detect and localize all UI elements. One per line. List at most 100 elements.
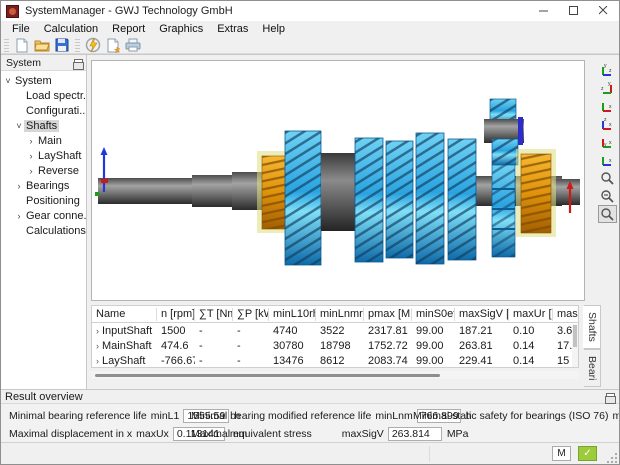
sidebar-item-system[interactable]: ˅System [1, 73, 86, 88]
sidebar-item-bearings[interactable]: ›Bearings [1, 178, 86, 193]
tree-expander-icon[interactable]: › [26, 151, 36, 161]
field-max-equivalent-stress: Maximal equivalent stress maxSigV 263.81… [191, 427, 468, 441]
shafts-results-table: Name n [rpm] ∑T [Nm] ∑P [kW] minL10rh [h… [91, 305, 579, 368]
calculate-icon[interactable] [83, 37, 103, 53]
maximize-button[interactable] [559, 1, 589, 21]
helical-gear-2[interactable] [355, 138, 383, 262]
tree-expander-icon[interactable]: ˅ [14, 121, 24, 131]
menu-graphics[interactable]: Graphics [152, 22, 210, 36]
helical-gear-1[interactable] [285, 131, 321, 265]
svg-text:x: x [609, 122, 612, 128]
scrollbar-thumb[interactable] [95, 374, 440, 377]
col-minLnmrh[interactable]: minLnmrh [h] [316, 308, 364, 321]
col-minL10rh[interactable]: minL10rh [h] [269, 308, 316, 321]
col-name[interactable]: Name [92, 308, 157, 321]
3d-viewport[interactable] [91, 60, 585, 301]
helical-gear-5[interactable] [448, 139, 476, 260]
tab-shafts[interactable]: Shafts [583, 305, 601, 349]
col-pmax[interactable]: pmax [MPa] [364, 308, 412, 321]
result-overview-header: Result overview [1, 389, 619, 404]
sidebar-item-gear-connections[interactable]: ›Gear conne... [1, 208, 86, 223]
main-area: zy zy x xz xy x Name n [rpm] ∑T [Nm] ∑P … [87, 54, 620, 389]
units-toggle-button[interactable]: M [552, 446, 571, 461]
svg-text:y: y [604, 63, 607, 69]
dock-pin-icon[interactable] [606, 393, 615, 401]
shaft-assembly-rendering [92, 61, 584, 300]
axis-view-yz-icon[interactable]: zy [598, 61, 617, 79]
result-overview-panel: Result overview Minimal bearing referenc… [1, 389, 619, 442]
col-torque[interactable]: ∑T [Nm] [195, 308, 233, 321]
tab-bearings[interactable]: Beari [584, 349, 601, 388]
col-maxSigV[interactable]: maxSigV [MPa] [455, 308, 509, 321]
open-file-icon[interactable] [32, 37, 52, 53]
sidebar-item-calculations[interactable]: Calculations [1, 223, 86, 238]
calculation-ok-icon[interactable]: ✓ [578, 446, 597, 461]
tree-expander-icon[interactable]: › [14, 181, 24, 191]
axis-view-yx-icon[interactable]: xy [598, 133, 617, 151]
app-window: SystemManager - GWJ Technology GmbH File… [0, 0, 620, 465]
field-min-static-safety: Minimal static safety for bearings (ISO … [413, 409, 620, 423]
menu-calculation[interactable]: Calculation [37, 22, 105, 36]
helical-gear-4[interactable] [416, 133, 444, 264]
table-horizontal-scrollbar[interactable] [91, 371, 579, 379]
toolbar-grip[interactable] [75, 39, 80, 52]
col-power[interactable]: ∑P [kW] [233, 308, 269, 321]
table-vertical-scrollbar[interactable] [572, 324, 578, 368]
axis-view-xz-icon[interactable]: x [598, 97, 617, 115]
axis-view-zy-icon[interactable]: zy [598, 79, 617, 97]
helical-gear-3[interactable] [386, 141, 413, 258]
gear-stack-small[interactable] [492, 165, 515, 257]
col-maxUr[interactable]: maxUr [mm] [509, 308, 553, 321]
svg-text:x: x [609, 158, 612, 164]
table-row-mainshaft[interactable]: ›MainShaft 474.6 - - 30780 18798 1752.72… [92, 338, 579, 353]
save-file-icon[interactable] [52, 37, 72, 53]
menu-report[interactable]: Report [105, 22, 152, 36]
orange-gear-left[interactable] [262, 156, 288, 229]
table-row-layshaft[interactable]: ›LayShaft -766.67 - - 13476 8612 2083.74… [92, 353, 579, 368]
row-expander-icon[interactable]: › [96, 356, 99, 366]
sidebar-item-positioning[interactable]: Positioning [1, 193, 86, 208]
table-row-inputshaft[interactable]: ›InputShaft 1500 - - 4740 3522 2317.81 9… [92, 323, 579, 338]
zoom-in-icon[interactable] [598, 169, 617, 187]
shaft-hub[interactable] [321, 153, 355, 231]
result-overview-title: Result overview [5, 391, 606, 403]
menu-extras[interactable]: Extras [210, 22, 255, 36]
table-header-row: Name n [rpm] ∑T [Nm] ∑P [kW] minL10rh [h… [92, 306, 579, 323]
system-panel-title: System [6, 57, 74, 69]
minimize-button[interactable] [529, 1, 559, 21]
close-button[interactable] [589, 1, 619, 21]
print-icon[interactable] [123, 37, 143, 53]
main-toolbar [1, 37, 619, 54]
menu-file[interactable]: File [5, 22, 37, 36]
row-expander-icon[interactable]: › [96, 326, 99, 336]
orange-gear-right[interactable] [521, 154, 551, 233]
window-title: SystemManager - GWJ Technology GmbH [25, 5, 233, 17]
sidebar-item-shafts[interactable]: ˅Shafts [1, 118, 86, 133]
row-expander-icon[interactable]: › [96, 341, 99, 351]
axis-view-zx-icon[interactable]: xz [598, 115, 617, 133]
menu-help[interactable]: Help [255, 22, 292, 36]
sidebar-item-main[interactable]: ›Main [1, 133, 86, 148]
tree-expander-icon[interactable]: ˅ [3, 76, 13, 86]
col-minS0eff[interactable]: minS0eff [412, 308, 455, 321]
col-n[interactable]: n [rpm] [157, 308, 195, 321]
viewport-toolbar: zy zy x xz xy x [596, 61, 618, 223]
tree-expander-icon[interactable]: › [14, 211, 24, 221]
toolbar-grip[interactable] [4, 39, 9, 52]
sidebar-item-layshaft[interactable]: ›LayShaft [1, 148, 86, 163]
new-file-icon[interactable] [12, 37, 32, 53]
axis-view-xy-icon[interactable]: x [598, 151, 617, 169]
max-equivalent-stress-value[interactable]: 263.814 [388, 427, 442, 441]
zoom-out-icon[interactable] [598, 187, 617, 205]
report-icon[interactable] [103, 37, 123, 53]
sidebar-item-configuration[interactable]: Configurati... [1, 103, 86, 118]
zoom-window-icon[interactable] [598, 205, 617, 223]
tree-expander-icon[interactable]: › [26, 166, 36, 176]
sidebar-item-load-spectrum[interactable]: Load spectr... [1, 88, 86, 103]
tree-expander-icon[interactable]: › [26, 136, 36, 146]
col-mass[interactable]: mass [kg] [553, 308, 579, 321]
input-shaft-segment[interactable] [98, 178, 192, 204]
resize-grip[interactable] [606, 452, 618, 464]
dock-pin-icon[interactable] [74, 59, 83, 67]
sidebar-item-reverse[interactable]: ›Reverse [1, 163, 86, 178]
